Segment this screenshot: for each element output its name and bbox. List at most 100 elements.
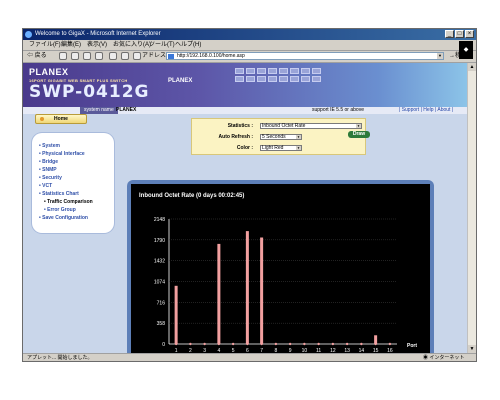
title-bar: Welcome to GigaX - Microsoft Internet Ex…	[23, 29, 476, 40]
sidebar-item-security[interactable]: • Security	[39, 175, 62, 181]
brand-logo: PLANEX	[29, 67, 69, 77]
bar-base-marker	[274, 342, 278, 346]
y-tick-label: 358	[157, 321, 166, 327]
vertical-scrollbar[interactable]: ▲ ▼	[467, 63, 476, 353]
chevron-down-icon: ▼	[356, 124, 361, 128]
search-icon[interactable]	[109, 52, 117, 60]
home-button[interactable]: Home	[35, 114, 87, 124]
bar-base-marker	[303, 342, 306, 346]
back-button[interactable]: ⇦ 戻る	[27, 50, 47, 62]
refresh-value: 5 Seconds	[262, 134, 286, 140]
home-label: Home	[54, 116, 68, 122]
window-title: Welcome to GigaX - Microsoft Internet Ex…	[35, 31, 161, 37]
draw-button[interactable]: Draw	[348, 131, 370, 138]
menu-tools[interactable]: ツール(T)	[149, 40, 175, 50]
bar-base-marker	[174, 342, 178, 346]
home-icon[interactable]	[95, 52, 103, 60]
bar-base-marker	[288, 342, 292, 346]
y-tick-label: 1074	[154, 280, 165, 286]
chart-title: Inbound Octet Rate (0 days 00:02:45)	[139, 193, 244, 199]
scroll-up-icon[interactable]: ▲	[468, 63, 476, 71]
sidebar-item-statistics-chart[interactable]: • Statistics Chart	[39, 191, 79, 197]
sidebar-item-bridge[interactable]: • Bridge	[39, 159, 58, 165]
back-label: 戻る	[34, 53, 47, 59]
sidebar-item-error-group[interactable]: • Error Group	[44, 207, 76, 213]
bar-port-15	[374, 335, 378, 344]
bar-base-marker	[203, 342, 206, 346]
stop-icon[interactable]	[71, 52, 79, 60]
bar-chart: Inbound Octet Rate (0 days 00:02:45) 0 35…	[131, 184, 430, 353]
ie-icon	[25, 31, 32, 38]
menu-view[interactable]: 表示(V)	[87, 40, 107, 50]
refresh-icon[interactable]	[83, 52, 91, 60]
bar-base-marker	[189, 342, 192, 346]
toolbar: ⇦ 戻る アドレス(D) http://192.168.0.100/home.a…	[23, 50, 476, 63]
sidebar-item-snmp[interactable]: • SNMP	[39, 167, 57, 173]
statistics-label: Statistics :	[227, 123, 253, 129]
maximize-button[interactable]: □	[455, 30, 464, 38]
y-tick-label: 1790	[154, 238, 165, 244]
x-axis-label: Port	[407, 343, 417, 349]
close-button[interactable]: ×	[465, 30, 474, 38]
scroll-down-icon[interactable]: ▼	[468, 345, 476, 353]
menu-help[interactable]: ヘルプ(H)	[175, 40, 201, 50]
chevron-down-icon: ▼	[296, 146, 301, 150]
address-dropdown-icon[interactable]: ▼	[437, 53, 443, 59]
minimize-button[interactable]: _	[445, 30, 454, 38]
y-tick-label: 0	[162, 342, 165, 348]
info-bar: system name PLANEX support IE 5.5 or abo…	[23, 107, 467, 114]
history-icon[interactable]	[133, 52, 141, 60]
bar-port-1	[174, 285, 178, 344]
color-label: Color :	[236, 145, 253, 151]
system-name-value: PLANEX	[116, 107, 137, 113]
menu-file[interactable]: ファイル(F)	[29, 40, 61, 50]
sidebar-item-save-configuration[interactable]: • Save Configuration	[39, 215, 88, 221]
sidebar-item-traffic-comparison[interactable]: • Traffic Comparison	[44, 199, 93, 205]
zone-label: インターネット	[429, 355, 465, 361]
go-button[interactable]: →移動	[449, 50, 467, 62]
bar-base-marker	[331, 342, 335, 346]
bar-base-marker	[360, 342, 363, 346]
page-icon	[168, 54, 174, 59]
page-content: PLANEX 16PORT GIGABIT WEB SMART PLUS SWI…	[23, 63, 467, 353]
bar-port-4	[217, 243, 221, 344]
window-controls: _ □ ×	[445, 30, 474, 38]
brand-logo-small: PLANEX	[168, 78, 193, 84]
header-banner: PLANEX 16PORT GIGABIT WEB SMART PLUS SWI…	[23, 63, 467, 107]
port-panel-graphic	[235, 68, 321, 82]
bar-base-marker	[231, 342, 235, 346]
statistics-select[interactable]: Inbound Octet Rate ▼	[260, 123, 362, 129]
support-note: support IE 5.5 or above	[312, 107, 364, 113]
address-url: http://192.168.0.100/home.asp	[177, 53, 245, 59]
status-bar: アプレット... 開始しました。 ◉ インターネット	[23, 353, 476, 362]
bar-base-marker	[388, 342, 392, 346]
bar-base-marker	[374, 342, 377, 346]
bar-base-marker	[260, 342, 263, 346]
favorites-icon[interactable]	[121, 52, 129, 60]
y-tick-label: 716	[157, 300, 166, 306]
bar-base-marker	[345, 342, 349, 346]
address-input[interactable]: http://192.168.0.100/home.asp ▼	[166, 52, 444, 60]
forward-icon[interactable]	[59, 52, 67, 60]
top-links[interactable]: | Support | Help | About |	[399, 107, 453, 114]
sidebar-item-vct[interactable]: • VCT	[39, 183, 52, 189]
menu-edit[interactable]: 編集(E)	[61, 40, 81, 50]
refresh-label: Auto Refresh :	[218, 134, 253, 140]
browser-window: Welcome to GigaX - Microsoft Internet Ex…	[22, 28, 477, 362]
chart-controls-panel: Statistics : Inbound Octet Rate ▼ Auto R…	[191, 118, 370, 155]
chart-frame: Inbound Octet Rate (0 days 00:02:45) 0 35…	[127, 180, 434, 353]
statistics-value: Inbound Octet Rate	[262, 123, 306, 129]
sidebar-item-system[interactable]: • System	[39, 143, 60, 149]
refresh-select[interactable]: 5 Seconds ▼	[260, 134, 302, 140]
model-name: SWP-0412G	[29, 82, 150, 102]
bar-base-marker	[246, 342, 249, 346]
status-text: アプレット... 開始しました。	[27, 355, 93, 361]
home-icon-bullet	[40, 117, 44, 121]
color-value: Light Red	[262, 145, 284, 151]
internet-zone: ◉ インターネット	[423, 355, 465, 361]
go-label: 移動	[455, 53, 468, 59]
color-select[interactable]: Light Red ▼	[260, 145, 302, 151]
y-tick-label: 2148	[154, 217, 165, 223]
menu-favorites[interactable]: お気に入り(A)	[113, 40, 151, 50]
sidebar-item-physical-interface[interactable]: • Physical Interface	[39, 151, 85, 157]
